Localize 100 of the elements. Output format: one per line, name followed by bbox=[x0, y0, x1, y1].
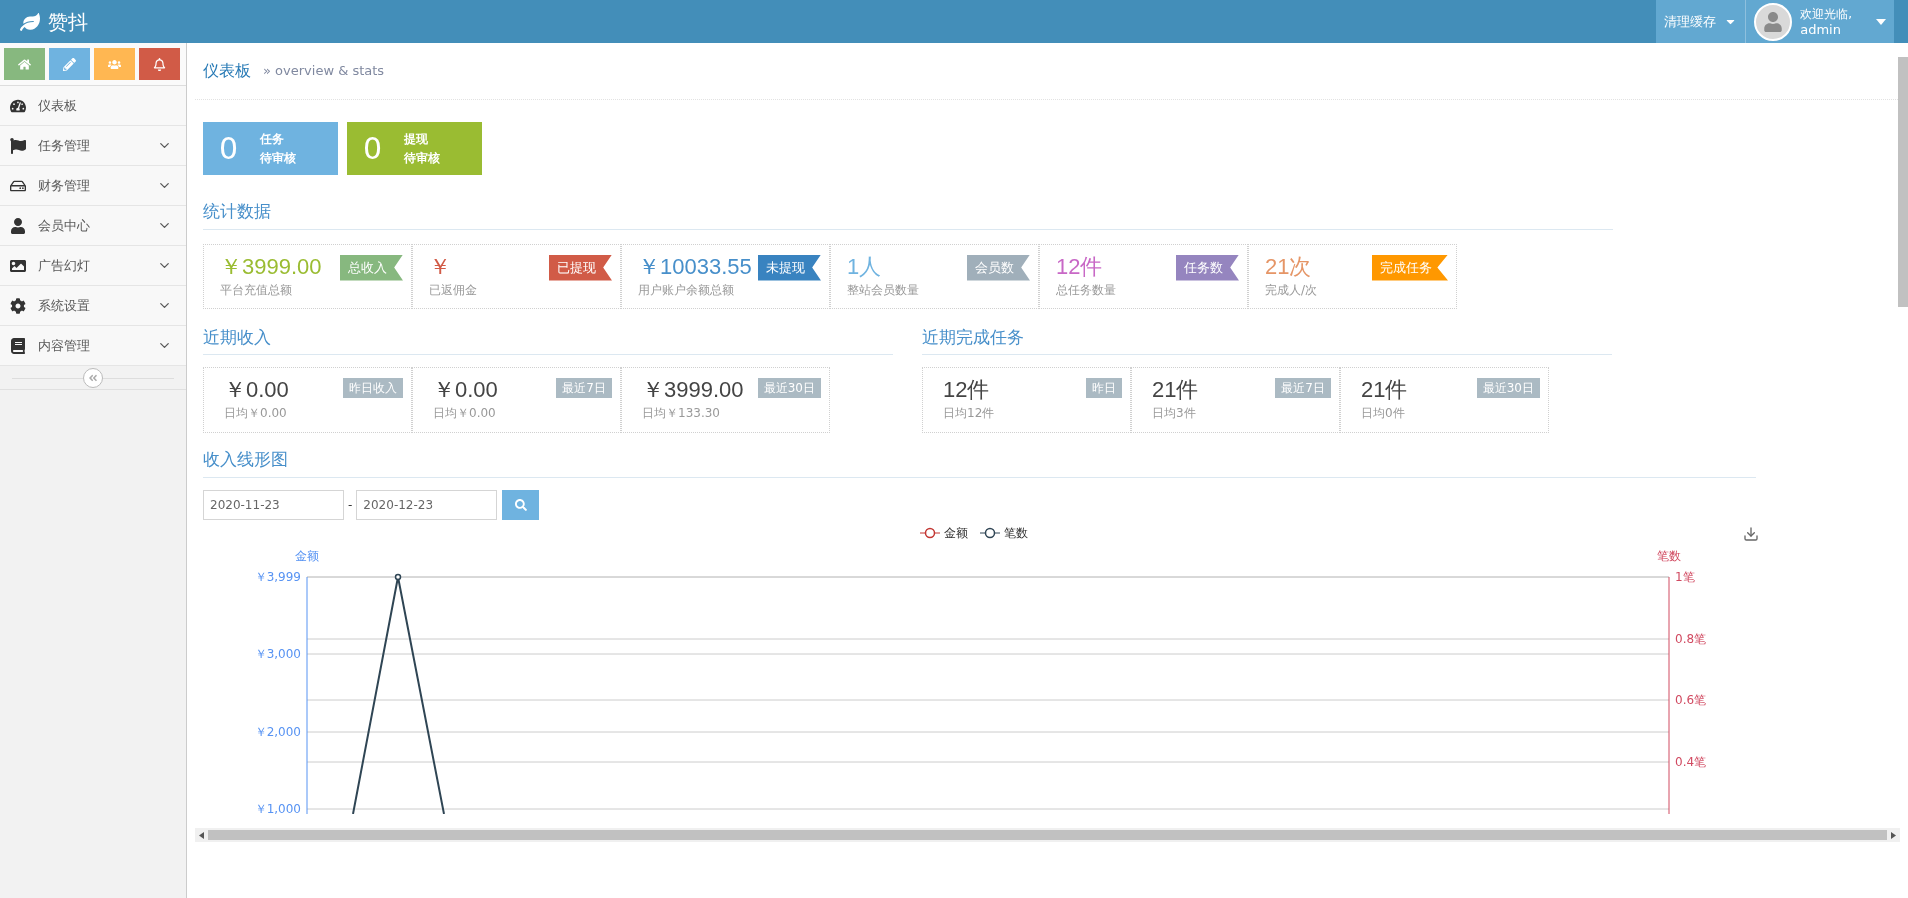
stat-value: ￥10033.55 bbox=[638, 252, 752, 281]
stat-caption: 总任务数量 bbox=[1056, 281, 1117, 299]
stat-caption: 已返佣金 bbox=[429, 281, 478, 299]
period-badge: 昨日 bbox=[1086, 378, 1122, 398]
vertical-scrollbar[interactable] bbox=[1898, 57, 1908, 307]
section-title: 统计数据 bbox=[203, 200, 271, 223]
summary-average: 日均3件 bbox=[1152, 405, 1196, 422]
pending-status: 待审核 bbox=[260, 149, 297, 167]
search-icon bbox=[514, 498, 527, 511]
sidebar-item[interactable]: 财务管理 bbox=[0, 166, 186, 206]
sidebar-item[interactable]: 系统设置 bbox=[0, 286, 186, 326]
pending-count: 0 bbox=[219, 130, 239, 168]
stat-badge: 未提现 bbox=[758, 254, 821, 281]
sidebar-item[interactable]: 任务管理 bbox=[0, 126, 186, 166]
section-title: 收入线形图 bbox=[203, 448, 288, 471]
search-button[interactable] bbox=[502, 489, 540, 520]
sidebar-item[interactable]: 广告幻灯 bbox=[0, 246, 186, 286]
double-chevron-left-icon bbox=[88, 372, 98, 383]
pencil-icon bbox=[63, 57, 76, 71]
sidebar-label: 仪表板 bbox=[38, 96, 77, 115]
user-icon bbox=[10, 217, 26, 234]
summary-average: 日均12件 bbox=[943, 405, 995, 422]
shortcut-button[interactable] bbox=[49, 48, 90, 80]
stat-value: 1人 bbox=[847, 252, 882, 281]
sidebar-item[interactable]: 会员中心 bbox=[0, 206, 186, 246]
stat-caption: 平台充值总额 bbox=[220, 281, 293, 299]
summary-value: ￥0.00 bbox=[224, 376, 289, 404]
summary-average: 日均￥0.00 bbox=[433, 405, 496, 422]
flag-icon bbox=[10, 137, 26, 154]
settings-icon bbox=[10, 297, 26, 314]
summary-average: 日均￥133.30 bbox=[642, 405, 720, 422]
sidebar-label: 会员中心 bbox=[38, 216, 90, 235]
period-badge: 最近30日 bbox=[757, 378, 821, 398]
stat-value: 21次 bbox=[1265, 252, 1312, 281]
shortcut-button[interactable] bbox=[139, 48, 180, 80]
legend-marker-icon[interactable] bbox=[920, 526, 940, 539]
sidebar-label: 内容管理 bbox=[38, 336, 90, 355]
welcome-text: 欢迎光临, bbox=[1800, 6, 1852, 22]
pending-type: 提现 bbox=[404, 130, 430, 148]
end-date-field[interactable]: 2020-12-23 bbox=[356, 489, 498, 520]
period-badge: 最近30日 bbox=[1476, 378, 1540, 398]
sidebar-label: 任务管理 bbox=[38, 136, 90, 155]
stat-caption: 整站会员数量 bbox=[847, 281, 920, 299]
user-silhouette-icon bbox=[1763, 11, 1784, 32]
scroll-left-icon[interactable] bbox=[199, 831, 204, 839]
summary-value: ￥0.00 bbox=[433, 376, 498, 404]
leaf-logo-icon bbox=[20, 11, 40, 32]
axis-title: 笔数 bbox=[1657, 548, 1681, 563]
start-date-field[interactable]: 2020-11-23 bbox=[203, 489, 344, 520]
download-icon[interactable] bbox=[1743, 525, 1759, 542]
stat-value: ￥ bbox=[429, 252, 451, 281]
stat-badge: 完成任务 bbox=[1372, 254, 1448, 281]
user-name: admin bbox=[1800, 21, 1842, 37]
pending-type: 任务 bbox=[260, 130, 286, 148]
horizontal-scrollbar[interactable] bbox=[195, 828, 1900, 842]
period-badge: 最近7日 bbox=[556, 378, 612, 398]
scroll-right-icon[interactable] bbox=[1891, 831, 1896, 839]
page-subtitle: » overview & stats bbox=[263, 62, 385, 81]
stat-badge: 任务数 bbox=[1176, 254, 1239, 281]
section-title: 近期收入 bbox=[203, 325, 271, 349]
pending-status: 待审核 bbox=[404, 149, 441, 167]
sidebar-label: 系统设置 bbox=[38, 296, 90, 315]
summary-value: ￥3999.00 bbox=[642, 376, 744, 404]
axis-tick-label: ￥1,000 bbox=[254, 801, 301, 814]
shortcut-button[interactable] bbox=[4, 48, 45, 80]
stat-value: ￥3999.00 bbox=[220, 252, 322, 281]
date-separator: - bbox=[348, 496, 353, 514]
book-icon bbox=[10, 337, 26, 354]
summary-average: 日均0件 bbox=[1361, 405, 1405, 422]
stat-caption: 用户账户余额总额 bbox=[638, 281, 735, 299]
section-title: 近期完成任务 bbox=[922, 325, 1024, 349]
sidebar-label: 财务管理 bbox=[38, 176, 90, 195]
legend-marker-icon[interactable] bbox=[980, 526, 1000, 539]
page-title: 仪表板 bbox=[203, 60, 251, 82]
image-icon bbox=[10, 257, 26, 274]
period-badge: 昨日收入 bbox=[343, 378, 403, 398]
axis-tick-label: 1笔 bbox=[1675, 569, 1695, 584]
shortcut-button[interactable] bbox=[94, 48, 135, 80]
legend-label[interactable]: 金额 bbox=[944, 523, 968, 542]
stat-caption: 完成人/次 bbox=[1265, 281, 1319, 299]
axis-tick-label: 0.8笔 bbox=[1675, 631, 1707, 646]
collapse-sidebar-button[interactable] bbox=[83, 367, 103, 388]
summary-value: 12件 bbox=[943, 376, 990, 404]
period-badge: 最近7日 bbox=[1275, 378, 1331, 398]
sidebar-item[interactable]: 内容管理 bbox=[0, 326, 186, 366]
summary-value: 21件 bbox=[1152, 376, 1199, 404]
summary-value: 21件 bbox=[1361, 376, 1408, 404]
axis-tick-label: 0.4笔 bbox=[1675, 754, 1707, 769]
sidebar-label: 广告幻灯 bbox=[38, 256, 90, 275]
axis-title: 金额 bbox=[295, 548, 319, 563]
bell-icon bbox=[153, 57, 166, 71]
axis-tick-label: 0.6笔 bbox=[1675, 692, 1707, 707]
legend-label[interactable]: 笔数 bbox=[1004, 523, 1028, 542]
axis-tick-label: ￥3,000 bbox=[254, 646, 301, 661]
pending-count: 0 bbox=[363, 130, 383, 168]
axis-tick-label: ￥3,999 bbox=[254, 569, 301, 584]
stat-badge: 已提现 bbox=[549, 254, 612, 281]
stat-value: 12件 bbox=[1056, 252, 1103, 281]
brand-name: 赞抖 bbox=[48, 8, 88, 36]
sidebar-item[interactable]: 仪表板 bbox=[0, 86, 186, 126]
